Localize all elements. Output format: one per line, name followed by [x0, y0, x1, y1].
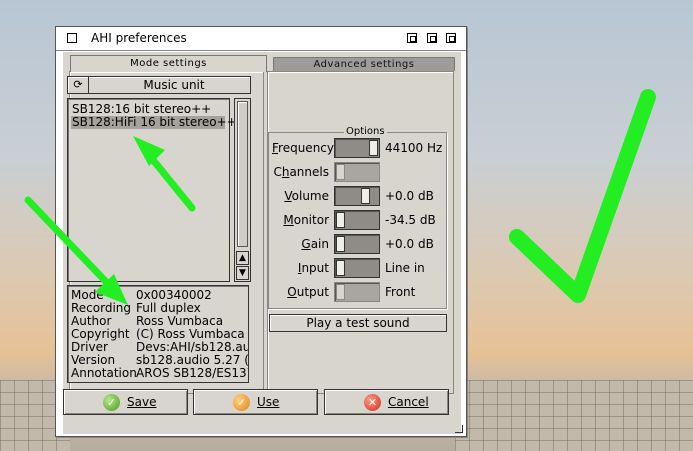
- info-value: AROS SB128/ES1370: [136, 366, 248, 380]
- scroll-knob[interactable]: [237, 101, 248, 247]
- window-title: AHI preferences: [91, 31, 187, 45]
- close-icon: ✕: [364, 394, 381, 411]
- save-label: Save: [127, 395, 157, 409]
- music-unit-label: Music unit: [143, 78, 205, 92]
- info-row: Annotation AROS SB128/ES1370: [71, 366, 248, 380]
- check-icon: ✓: [233, 394, 250, 411]
- iconify-icon[interactable]: [407, 33, 417, 43]
- slider-knob[interactable]: [360, 188, 370, 204]
- option-slider[interactable]: [334, 234, 380, 254]
- info-key: Annotation: [71, 366, 137, 380]
- slider-knob[interactable]: [336, 212, 345, 228]
- option-slider[interactable]: [334, 210, 380, 230]
- option-value: +0.0 dB: [385, 237, 434, 251]
- save-button[interactable]: ✓ Save: [63, 389, 188, 415]
- play-test-sound-label: Play a test sound: [306, 316, 410, 330]
- slider-knob[interactable]: [336, 236, 345, 252]
- option-slider[interactable]: [334, 138, 380, 158]
- option-slider[interactable]: [334, 282, 380, 302]
- use-label: Use: [257, 395, 280, 409]
- zoom-icon[interactable]: [427, 33, 437, 43]
- audio-mode-list[interactable]: SB128:16 bit stereo++ SB128:HiFi 16 bit …: [67, 98, 237, 282]
- use-button[interactable]: ✓ Use: [193, 389, 318, 415]
- option-label: Monitor: [283, 213, 329, 227]
- option-value: -34.5 dB: [385, 213, 436, 227]
- tab-advanced-settings[interactable]: Advanced settings: [273, 57, 455, 71]
- slider-knob[interactable]: [369, 140, 378, 156]
- slider-knob[interactable]: [336, 260, 345, 276]
- music-unit-cycle[interactable]: ⟳ Music unit: [67, 76, 251, 94]
- slider-knob[interactable]: [336, 284, 345, 300]
- option-row-input: Input Line in: [272, 258, 448, 278]
- resize-grip[interactable]: [455, 425, 463, 433]
- cancel-button[interactable]: ✕ Cancel: [324, 389, 449, 415]
- option-row-output: Output Front: [272, 282, 448, 302]
- option-value: Line in: [385, 261, 425, 275]
- checkmark-icon: [509, 89, 656, 303]
- desktop-background-buildings: [455, 380, 693, 451]
- option-row-channels: Channels: [272, 162, 448, 182]
- depth-icon[interactable]: [446, 33, 456, 43]
- window-content: Mode settings Advanced settings ⟳ Music …: [63, 52, 461, 434]
- option-row-frequency: Frequency 44100 Hz: [272, 138, 448, 158]
- option-slider[interactable]: [334, 186, 380, 206]
- options-group-label: Options: [344, 126, 387, 138]
- slider-knob[interactable]: [336, 164, 345, 180]
- option-value: 44100 Hz: [385, 141, 443, 155]
- option-slider[interactable]: [334, 258, 380, 278]
- option-label: Channels: [273, 165, 329, 179]
- scroll-up-arrow-icon[interactable]: ▲: [236, 251, 249, 265]
- option-row-gain: Gain +0.0 dB: [272, 234, 448, 254]
- mode-list-scrollbar[interactable]: ▲ ▼: [234, 98, 251, 282]
- check-icon: ✓: [103, 394, 120, 411]
- option-value: Front: [385, 285, 416, 299]
- scroll-down-arrow-icon[interactable]: ▼: [236, 266, 249, 280]
- option-row-volume: Volume +0.0 dB: [272, 186, 448, 206]
- cancel-label: Cancel: [388, 395, 429, 409]
- option-label: Input: [297, 261, 329, 275]
- list-item-selected[interactable]: SB128:HiFi 16 bit stereo++: [71, 116, 237, 129]
- mode-info-box: Mode 0x00340002 Recording Full duplex Au…: [67, 285, 249, 383]
- option-label: Volume: [284, 189, 329, 203]
- tab-mode-settings[interactable]: Mode settings: [70, 55, 267, 72]
- title-bar[interactable]: AHI preferences: [56, 27, 466, 51]
- window-close-icon[interactable]: [67, 33, 77, 43]
- option-label: Frequency: [272, 141, 334, 155]
- option-row-monitor: Monitor -34.5 dB: [272, 210, 448, 230]
- cycle-icon[interactable]: ⟳: [68, 77, 89, 93]
- ahi-preferences-window: AHI preferences Mode settings Advanced s…: [55, 26, 467, 437]
- option-value: +0.0 dB: [385, 189, 434, 203]
- option-slider[interactable]: [334, 162, 380, 182]
- option-label: Gain: [301, 237, 329, 251]
- option-label: Output: [287, 285, 329, 299]
- play-test-sound-button[interactable]: Play a test sound: [269, 314, 447, 332]
